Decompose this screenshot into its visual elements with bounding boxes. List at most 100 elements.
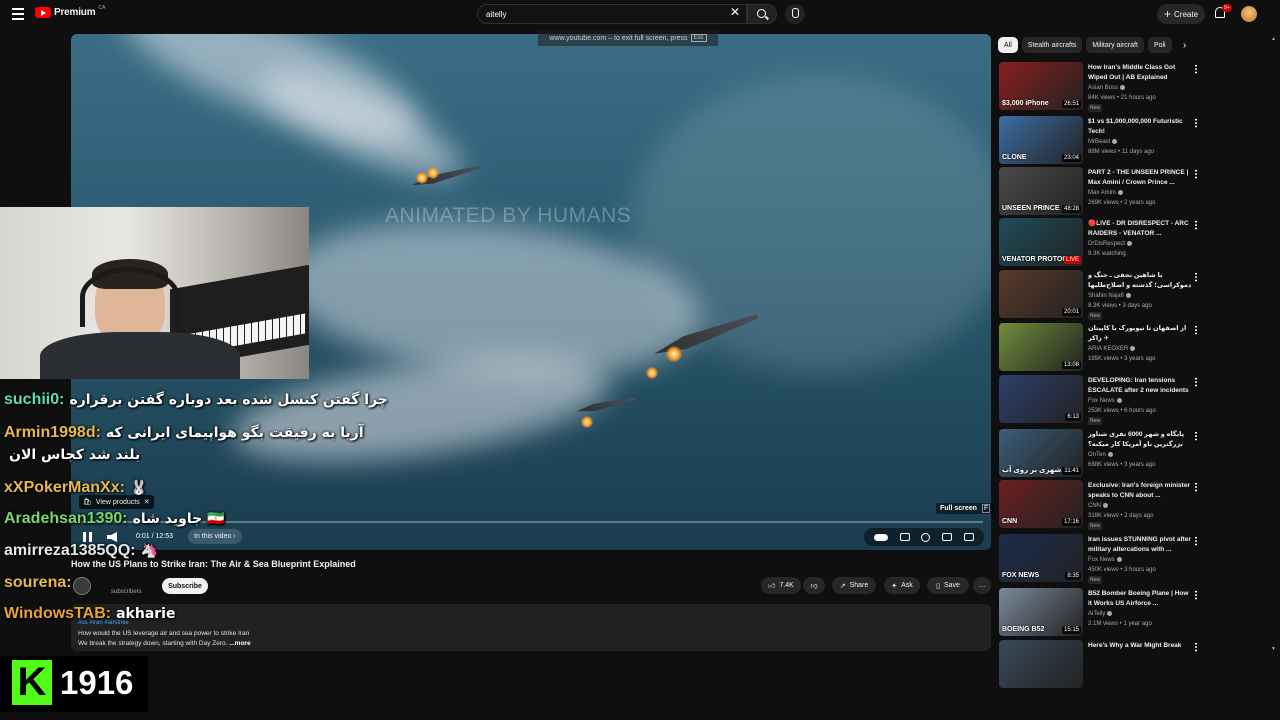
more-options-icon[interactable] — [1195, 272, 1197, 282]
scroll-up-icon[interactable]: ▲ — [1271, 36, 1276, 42]
recommendation-channel[interactable]: CNN — [1088, 503, 1108, 509]
video-thumbnail[interactable]: 20:01 — [999, 270, 1083, 318]
chip-politics[interactable]: Poli — [1147, 37, 1172, 53]
video-thumbnail[interactable]: $3,000 iPhone 26:51 — [999, 62, 1083, 110]
show-more-link[interactable]: ...more — [227, 640, 250, 647]
save-button[interactable]: ▯ Save — [927, 577, 969, 594]
more-options-icon[interactable] — [1195, 482, 1197, 492]
pause-icon[interactable] — [83, 532, 92, 542]
recommendation-title[interactable]: با شاهین نجفی ـ جنگ و دموکراسی؛ گذشته و … — [1088, 271, 1192, 290]
fullscreen-exit-icon[interactable] — [964, 533, 975, 541]
chat-username: suchii0: — [4, 391, 65, 408]
recommendation-channel[interactable]: Asian Boss — [1088, 85, 1126, 91]
in-this-video-button[interactable]: In this video › — [188, 529, 242, 544]
recommendation-channel[interactable]: MrBeast — [1088, 139, 1118, 145]
recommendation-title[interactable]: How Iran's Middle Class Got Wiped Out | … — [1088, 63, 1192, 82]
chat-username: xXPokerManXx: — [4, 479, 125, 496]
video-thumbnail[interactable]: شهری بر روی آب 11:41 — [999, 429, 1083, 477]
recommendation-title[interactable]: Iran issues STUNNING pivot after militar… — [1088, 535, 1192, 554]
like-button[interactable]: 👍︎ 7.4K — [761, 577, 801, 594]
recommendation-channel[interactable]: AiTelly — [1088, 611, 1113, 617]
recommendation-channel[interactable]: Shahin Najafi — [1088, 293, 1131, 299]
clear-search-icon[interactable]: ✕ — [730, 5, 740, 19]
account-avatar[interactable] — [1241, 6, 1257, 22]
more-options-icon[interactable] — [1195, 377, 1197, 387]
miniplayer-icon[interactable] — [942, 533, 953, 541]
recommendation-item[interactable]: UNSEEN PRINCE 48:28 PART 2 - THE UNSEEN PR… — [999, 167, 1204, 215]
recommendation-item[interactable]: $3,000 iPhone 26:51 How Iran's Middle Clas… — [999, 62, 1204, 112]
chip-stealth-aircrafts[interactable]: Stealth aircrafts — [1021, 37, 1083, 53]
thumbnail-text: CLONE — [1002, 154, 1027, 161]
recommendation-item[interactable]: 6:13 DEVELOPING: Iran tensions ESCALATE a… — [999, 375, 1204, 425]
channel-avatar[interactable] — [73, 577, 91, 595]
recommendation-item[interactable]: BOEING B52 15:15 B52 Bomber Boeing Plane |… — [999, 588, 1204, 636]
more-options-icon[interactable] — [1195, 169, 1197, 179]
video-thumbnail[interactable]: CLONE 23:04 — [999, 116, 1083, 164]
recommendation-item[interactable]: 13:08 از اصفهان تا نیویورک با کاپیتان زاک… — [999, 323, 1204, 371]
recommendation-item[interactable]: FOX NEWS 8:35 Iran issues STUNNING pivot a… — [999, 534, 1204, 584]
captions-icon[interactable] — [899, 533, 910, 541]
recommendation-title[interactable]: پایگاه و شهر 6000 نفری شناور بزرگترین نا… — [1088, 430, 1192, 449]
subscribe-button[interactable]: Subscribe — [162, 578, 208, 594]
recommendation-title[interactable]: Exclusive: Iran's foreign minister speak… — [1088, 481, 1192, 500]
chip-military-aircraft[interactable]: Military aircraft — [1086, 37, 1144, 53]
scrollbar[interactable] — [1270, 36, 1276, 656]
autoplay-toggle[interactable] — [873, 533, 888, 541]
create-button[interactable]: + Create — [1157, 4, 1205, 24]
recommendation-meta: 2.1M views • 1 year ago — [1088, 621, 1152, 627]
more-options-icon[interactable] — [1195, 642, 1197, 652]
recommendation-title[interactable]: $1 vs $1,000,000,000 Futuristic Tech! — [1088, 117, 1192, 136]
recommendation-channel[interactable]: ARIA KEOXER — [1088, 346, 1136, 352]
ask-button[interactable]: ✦ Ask — [884, 577, 920, 594]
video-thumbnail[interactable]: CNN 17:16 — [999, 480, 1083, 528]
recommendation-channel[interactable]: Fox News — [1088, 557, 1122, 563]
recommendation-channel[interactable]: DrDisRespect — [1088, 241, 1133, 247]
view-products-button[interactable]: 🛍︎ View products ✕ — [79, 495, 154, 509]
close-icon[interactable]: ✕ — [144, 498, 150, 506]
video-thumbnail[interactable]: BOEING B52 15:15 — [999, 588, 1083, 636]
recommendation-item[interactable]: شهری بر روی آب 11:41 پایگاه و شهر 6000 نفر… — [999, 429, 1204, 477]
voice-search-button[interactable] — [785, 4, 805, 24]
recommendation-title[interactable]: Here's Why a War Might Break — [1088, 641, 1192, 651]
recommendation-title[interactable]: از اصفهان تا نیویورک با کاپیتان زاکر ✈ — [1088, 324, 1192, 343]
recommendation-item[interactable]: CNN 17:16 Exclusive: Iran's foreign minist… — [999, 480, 1204, 530]
chip-all[interactable]: All — [998, 37, 1018, 53]
recommendation-item[interactable]: Here's Why a War Might Break — [999, 640, 1204, 688]
video-thumbnail[interactable]: UNSEEN PRINCE 48:28 — [999, 167, 1083, 215]
thumbs-up-icon: 👍︎ — [768, 583, 776, 590]
share-button[interactable]: ↗ Share — [832, 577, 876, 594]
verified-icon — [1107, 452, 1113, 457]
recommendation-title[interactable]: 🔴LIVE - DR DISRESPECT - ARC RAIDERS - VE… — [1088, 219, 1192, 238]
youtube-logo[interactable]: Premium CA — [35, 5, 105, 18]
more-options-icon[interactable] — [1195, 64, 1197, 74]
chevron-right-icon[interactable]: › — [1183, 40, 1186, 51]
recommendation-title[interactable]: PART 2 - THE UNSEEN PRINCE | Max Amini /… — [1088, 168, 1192, 187]
recommendation-item[interactable]: CLONE 23:04 $1 vs $1,000,000,000 Futuristi… — [999, 116, 1204, 164]
recommendation-title[interactable]: DEVELOPING: Iran tensions ESCALATE after… — [1088, 376, 1192, 395]
more-options-icon[interactable] — [1195, 118, 1197, 128]
more-options-icon[interactable] — [1195, 536, 1197, 546]
recommendation-channel[interactable]: OnTen — [1088, 452, 1113, 458]
more-options-icon[interactable] — [1195, 590, 1197, 600]
recommendation-item[interactable]: VENATOR PROTOCOL LIVE 🔴LIVE - DR DISRESPEC… — [999, 218, 1204, 266]
recommendation-title[interactable]: B52 Bomber Boeing Plane | How it Works U… — [1088, 589, 1192, 608]
more-actions-button[interactable]: … — [973, 577, 991, 594]
more-options-icon[interactable] — [1195, 220, 1197, 230]
more-options-icon[interactable] — [1195, 431, 1197, 441]
video-thumbnail[interactable]: FOX NEWS 8:35 — [999, 534, 1083, 582]
settings-gear-icon[interactable] — [921, 532, 931, 542]
video-thumbnail[interactable]: 13:08 — [999, 323, 1083, 371]
video-thumbnail[interactable]: VENATOR PROTOCOL LIVE — [999, 218, 1083, 266]
recommendation-channel[interactable]: Fox News — [1088, 398, 1122, 404]
recommendation-item[interactable]: 20:01 با شاهین نجفی ـ جنگ و دموکراسی؛ گذش… — [999, 270, 1204, 320]
recommendation-channel[interactable]: Max Amini — [1088, 190, 1123, 196]
dislike-button[interactable]: 👎︎ — [803, 577, 825, 594]
video-thumbnail[interactable]: 6:13 — [999, 375, 1083, 423]
more-options-icon[interactable] — [1195, 325, 1197, 335]
chat-username: Aradehsan1390: — [4, 510, 128, 527]
scroll-down-icon[interactable]: ▼ — [1271, 646, 1276, 652]
menu-icon[interactable] — [12, 8, 24, 20]
search-input[interactable]: aitelly — [477, 4, 747, 24]
search-button[interactable] — [747, 4, 777, 24]
video-thumbnail[interactable] — [999, 640, 1083, 688]
